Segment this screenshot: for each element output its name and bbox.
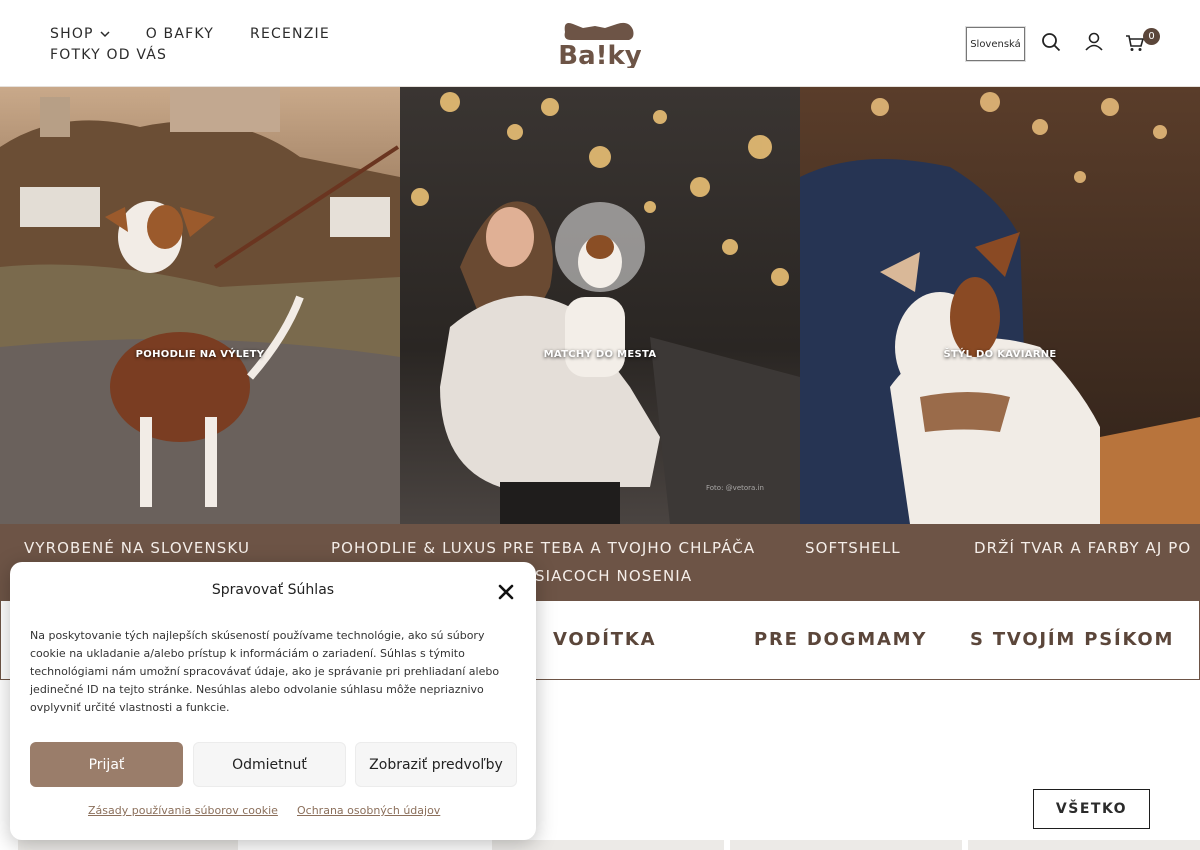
feature-keeps-shape: DRŽÍ TVAR A FARBY AJ PO <box>974 539 1192 557</box>
hero-image-cafe <box>800 87 1200 524</box>
feature-softshell: SOFTSHELL <box>805 539 901 557</box>
hero-panel-trips[interactable]: POHODLIE NA VÝLETY <box>0 87 400 524</box>
preferences-button[interactable]: Zobraziť predvoľby <box>355 742 517 787</box>
close-icon[interactable] <box>496 582 516 602</box>
cookie-dialog-title: Spravovať Súhlas <box>211 582 335 598</box>
hero-gallery: POHODLIE NA VÝLETY MATCHY DO MESTA Foto:… <box>0 87 1200 524</box>
logo[interactable]: Ba!ky <box>558 18 642 71</box>
feature-comfort-luxury: POHODLIE & LUXUS PRE TEBA A TVOJHO CHLPÁ… <box>331 539 756 557</box>
nav-shop[interactable]: SHOP <box>50 24 110 45</box>
feature-made-in-slovakia: VYROBENÉ NA SLOVENSKU <box>24 539 251 557</box>
nav-reviews[interactable]: RECENZIE <box>250 24 330 45</box>
cookie-consent-dialog: Spravovať Súhlas Na poskytovanie tých na… <box>10 562 536 840</box>
feature-months-wear: SIACOCH NOSENIA <box>535 567 693 585</box>
nav-shop-label: SHOP <box>50 26 94 42</box>
logo-graphic: Ba!ky <box>558 22 642 71</box>
nav-photos[interactable]: FOTKY OD VÁS <box>50 45 167 65</box>
site-header: SHOP O BAFKY RECENZIE FOTKY OD VÁS Ba!ky… <box>0 0 1200 87</box>
photo-credit: Foto: @vetora.in <box>706 484 764 492</box>
product-thumbnail[interactable] <box>492 840 724 850</box>
cart-count-badge: 0 <box>1143 28 1160 45</box>
main-nav: SHOP O BAFKY RECENZIE FOTKY OD VÁS <box>50 24 370 65</box>
hero-caption-cafe: ŠTÝL DO KAVIARNE <box>943 349 1057 360</box>
hero-caption-city: MATCHY DO MESTA <box>543 349 657 360</box>
hero-panel-city[interactable]: MATCHY DO MESTA Foto: @vetora.in <box>400 87 800 524</box>
chevron-down-icon <box>100 25 110 45</box>
language-selector[interactable]: Slovenská <box>966 27 1025 61</box>
cookie-dialog-text: Na poskytovanie tých najlepších skúsenos… <box>30 629 500 714</box>
hero-panel-cafe[interactable]: ŠTÝL DO KAVIARNE <box>800 87 1200 524</box>
product-thumbnail[interactable] <box>968 840 1200 850</box>
privacy-policy-link[interactable]: Ochrana osobných údajov <box>297 804 440 817</box>
search-icon[interactable] <box>1040 31 1062 53</box>
accept-button[interactable]: Prijať <box>30 742 183 787</box>
product-thumbnail[interactable] <box>18 840 238 850</box>
product-thumbnail[interactable] <box>730 840 962 850</box>
cookie-policy-link[interactable]: Zásady používania súborov cookie <box>88 804 278 817</box>
hero-image-city <box>400 87 800 524</box>
hero-image-trips <box>0 87 400 524</box>
hero-caption-trips: POHODLIE NA VÝLETY <box>135 349 265 360</box>
nav-about[interactable]: O BAFKY <box>146 24 214 45</box>
category-dogmamy[interactable]: PRE DOGMAMY <box>754 629 927 650</box>
category-with-dog[interactable]: S TVOJÍM PSÍKOM <box>970 629 1174 650</box>
language-label: Slovenská <box>970 38 1021 50</box>
deny-button[interactable]: Odmietnuť <box>193 742 346 787</box>
user-icon[interactable] <box>1083 31 1105 53</box>
logo-text: Ba!ky <box>559 41 641 68</box>
category-leashes[interactable]: VODÍTKA <box>553 629 656 650</box>
view-all-button[interactable]: VŠETKO <box>1033 789 1150 829</box>
